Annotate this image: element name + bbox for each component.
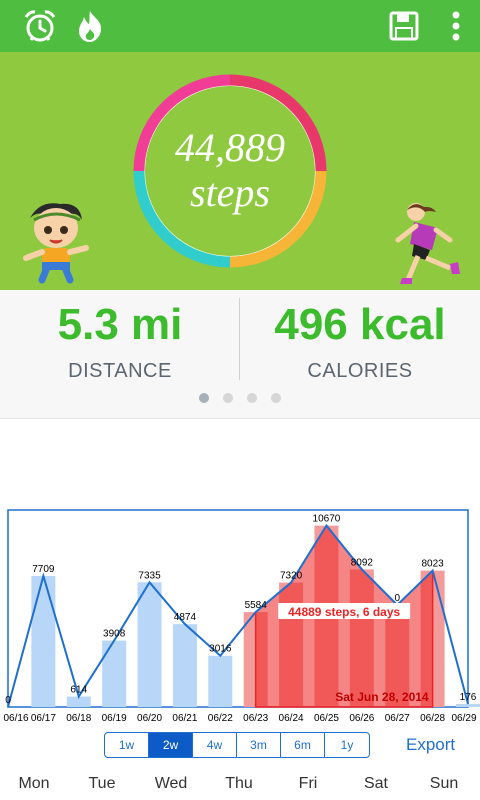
distance-label: DISTANCE <box>68 360 172 382</box>
weekday-label: Mon <box>18 775 50 792</box>
selection-date: Sat Jun 28, 2014 <box>335 690 429 704</box>
chart-bar <box>456 704 480 707</box>
steps-count: 44,889 <box>175 125 285 170</box>
weekday-label: Sun <box>429 775 459 792</box>
calories-stat: 496 kcal CALORIES <box>240 290 480 383</box>
chart-bar <box>31 575 56 707</box>
data-label: 7320 <box>280 571 303 582</box>
steps-bar-chart[interactable]: 0 7709 614 3908 7335 4874 3016 5584 7320 10670 809… <box>0 505 480 725</box>
data-label: 3016 <box>209 644 232 655</box>
x-tick-label: 06/17 <box>31 713 56 724</box>
alarm-clock-icon[interactable] <box>20 6 60 46</box>
calories-label: CALORIES <box>307 360 413 382</box>
toolbar <box>0 0 480 52</box>
data-label: 4874 <box>174 612 197 623</box>
selection-label: 44889 steps, 6 days <box>288 605 400 619</box>
range-option-4w[interactable]: 4w <box>193 733 237 757</box>
flame-icon[interactable] <box>70 6 110 46</box>
data-label: 8092 <box>351 557 374 568</box>
x-tick-label: 06/21 <box>172 713 197 724</box>
chart-bar <box>208 655 233 707</box>
save-icon[interactable] <box>384 6 424 46</box>
range-option-6m[interactable]: 6m <box>281 733 325 757</box>
data-label: 10670 <box>313 514 341 525</box>
data-label: 5584 <box>245 600 268 611</box>
stats-panel: 5.3 mi DISTANCE 496 kcal CALORIES <box>0 290 480 419</box>
girl-runner-image <box>392 198 464 295</box>
data-label: 0 <box>5 695 11 706</box>
x-tick-label: 06/27 <box>385 713 410 724</box>
x-tick-label: 06/26 <box>349 713 374 724</box>
page-indicator <box>0 393 480 403</box>
data-label: 614 <box>70 685 87 696</box>
steps-unit: steps <box>190 170 270 215</box>
export-button[interactable]: Export <box>406 735 455 755</box>
x-tick-label: 06/28 <box>420 713 445 724</box>
weekday-label: Tue <box>88 775 116 792</box>
page-dot[interactable] <box>223 393 233 403</box>
page-dot[interactable] <box>271 393 281 403</box>
distance-value: 5.3 mi <box>57 300 183 349</box>
weekday-label: Sat <box>363 775 388 792</box>
overflow-menu-icon[interactable] <box>436 6 476 46</box>
weekday-label: Wed <box>154 775 188 792</box>
weekday-label: Thu <box>225 775 253 792</box>
page-dot[interactable] <box>247 393 257 403</box>
data-label: 3908 <box>103 629 126 640</box>
range-option-1y[interactable]: 1y <box>325 733 369 757</box>
range-option-1w[interactable]: 1w <box>105 733 149 757</box>
x-tick-label: 06/24 <box>279 713 304 724</box>
x-tick-label: 06/29 <box>451 713 476 724</box>
chart-bar <box>102 640 127 707</box>
hero-panel: 44,889 steps <box>0 52 480 290</box>
range-option-3m[interactable]: 3m <box>237 733 281 757</box>
x-tick-label: 06/25 <box>314 713 339 724</box>
x-tick-label: 06/22 <box>208 713 233 724</box>
x-tick-label: 06/19 <box>102 713 127 724</box>
x-tick-label: 06/20 <box>137 713 162 724</box>
data-label: 0 <box>394 593 400 604</box>
page-dot[interactable] <box>199 393 209 403</box>
x-tick-label: 06/16 <box>3 713 28 724</box>
boy-mascot-image <box>20 198 90 289</box>
distance-stat: 5.3 mi DISTANCE <box>0 290 240 383</box>
calories-value: 496 kcal <box>274 300 446 349</box>
chart-bar <box>172 624 197 707</box>
data-label: 7335 <box>138 570 161 581</box>
data-label: 8023 <box>421 559 444 570</box>
range-selector: 1w 2w 4w 3m 6m 1y <box>104 732 370 758</box>
weekday-labels: Mon Tue Wed Thu Fri Sat Sun <box>0 775 480 795</box>
weekday-label: Fri <box>298 775 318 792</box>
data-label: 7709 <box>32 564 55 575</box>
chart-bar <box>137 582 162 707</box>
data-label: 176 <box>460 692 477 703</box>
x-tick-label: 06/23 <box>243 713 268 724</box>
x-tick-label: 06/18 <box>66 713 91 724</box>
range-option-2w[interactable]: 2w <box>149 733 193 757</box>
steps-ring[interactable]: 44,889 steps <box>133 74 327 268</box>
